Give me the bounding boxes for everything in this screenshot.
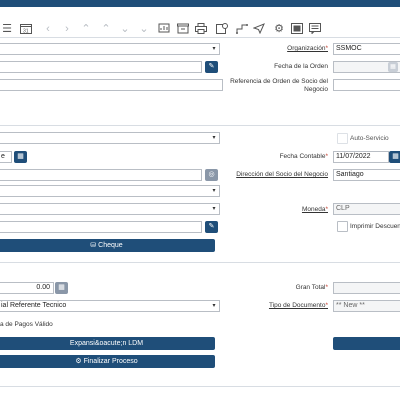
toolbar: ☰ 31 ‹ › ⌃ ⌃ ⌄ ⌄ ⚙ bbox=[0, 7, 400, 39]
grand-total-field bbox=[333, 282, 400, 294]
chevron-down-icon[interactable]: ⌄ bbox=[118, 23, 132, 35]
send-icon[interactable] bbox=[252, 23, 266, 35]
bp-address-field[interactable]: Santiago bbox=[333, 169, 400, 181]
left-field-9[interactable] bbox=[0, 221, 202, 233]
sales-rep-select[interactable]: ial Referente Tecnico ▾ bbox=[0, 300, 220, 312]
bp-order-reference-label: Referencia de Orden de Socio del Negocio bbox=[230, 78, 328, 93]
right-action-button[interactable] bbox=[333, 337, 400, 350]
print-discount-checkbox[interactable] bbox=[337, 221, 348, 232]
chevron-up-icon[interactable]: ⌃ bbox=[99, 23, 113, 35]
left-field-2[interactable] bbox=[0, 61, 202, 73]
calendar-icon: ▦ bbox=[388, 62, 398, 72]
left-select-8[interactable]: ▾ bbox=[0, 203, 220, 215]
left-field-7[interactable] bbox=[0, 169, 202, 181]
accounting-date-label: Fecha Contable* bbox=[279, 153, 328, 160]
calendar-icon[interactable]: 31 bbox=[19, 23, 33, 35]
gear-icon: ⚙ bbox=[75, 358, 82, 365]
chevron-down-icon: ▾ bbox=[212, 135, 216, 141]
self-service-label: Auto-Servicio bbox=[350, 135, 389, 142]
report-icon[interactable] bbox=[157, 23, 171, 35]
calendar-icon[interactable]: ▦ bbox=[14, 151, 27, 163]
payment-schedule-valid-label: a de Pagos Válido bbox=[0, 321, 53, 328]
accounting-date-field[interactable]: 11/07/2022 bbox=[333, 151, 389, 163]
section-divider bbox=[0, 386, 400, 387]
calculator-icon[interactable]: ▦ bbox=[55, 282, 68, 294]
bp-order-reference-field[interactable] bbox=[333, 79, 400, 91]
print-icon[interactable] bbox=[194, 23, 208, 35]
chat-icon[interactable] bbox=[308, 23, 322, 35]
left-select-7b[interactable]: ▾ bbox=[0, 185, 220, 197]
location-icon[interactable]: ◎ bbox=[205, 169, 218, 181]
payment-rule-button[interactable]: ⛁ Cheque bbox=[0, 239, 215, 252]
amount-field[interactable]: 0.00 bbox=[0, 282, 54, 294]
left-field-3[interactable] bbox=[0, 79, 223, 91]
organization-label: Organización* bbox=[287, 45, 328, 52]
menu-icon[interactable]: ☰ bbox=[0, 23, 14, 35]
doc-type-label: Tipo de Documento* bbox=[268, 302, 328, 309]
chevron-down-icon: ▾ bbox=[212, 206, 216, 212]
chevron-right-icon[interactable]: › bbox=[60, 23, 74, 35]
calendar-icon[interactable]: ▦ bbox=[389, 151, 400, 163]
finish-process-button[interactable]: ⚙ Finalizar Proceso bbox=[0, 355, 215, 368]
left-select-5[interactable]: ▾ bbox=[0, 132, 220, 144]
archive-icon[interactable] bbox=[176, 23, 190, 35]
edit-icon[interactable]: ✎ bbox=[205, 221, 218, 233]
date-field[interactable]: e bbox=[0, 151, 12, 163]
toolbar-divider bbox=[0, 37, 400, 38]
chevron-double-up-icon[interactable]: ⌃ bbox=[79, 23, 93, 35]
grand-total-label: Gran Total* bbox=[295, 284, 328, 291]
section-divider bbox=[0, 262, 400, 263]
doc-type-field: ** New ** bbox=[333, 300, 400, 312]
order-date-label: Fecha de la Orden bbox=[274, 63, 328, 70]
svg-text:31: 31 bbox=[23, 29, 29, 35]
workflow-icon[interactable] bbox=[235, 23, 249, 35]
section-divider bbox=[0, 125, 400, 126]
product-info-icon[interactable] bbox=[215, 23, 229, 35]
self-service-checkbox[interactable] bbox=[337, 133, 348, 144]
chevron-left-icon[interactable]: ‹ bbox=[41, 23, 55, 35]
chevron-double-down-icon[interactable]: ⌄ bbox=[137, 23, 151, 35]
top-header-bar bbox=[0, 0, 400, 7]
gear-icon[interactable]: ⚙ bbox=[272, 23, 286, 35]
chevron-down-icon: ▾ bbox=[212, 303, 216, 309]
cash-icon: ⛁ bbox=[90, 242, 97, 249]
currency-field: CLP bbox=[333, 203, 400, 215]
currency-label: Moneda* bbox=[301, 206, 328, 213]
print-discount-label: Imprimir Descuen bbox=[350, 223, 400, 230]
order-date-field: ▦ bbox=[333, 61, 400, 73]
edit-icon[interactable]: ✎ bbox=[205, 61, 218, 73]
organization-field[interactable]: SSMOC bbox=[333, 43, 400, 55]
left-select-1[interactable]: ▾ bbox=[0, 43, 220, 55]
chevron-down-icon: ▾ bbox=[212, 46, 216, 52]
attachment-icon[interactable] bbox=[290, 23, 304, 35]
bom-expansion-button[interactable]: Expansi&oacute;n LDM bbox=[0, 337, 215, 350]
chevron-down-icon: ▾ bbox=[212, 188, 216, 194]
bp-address-label: Dirección del Socio del Negocio bbox=[236, 171, 328, 178]
